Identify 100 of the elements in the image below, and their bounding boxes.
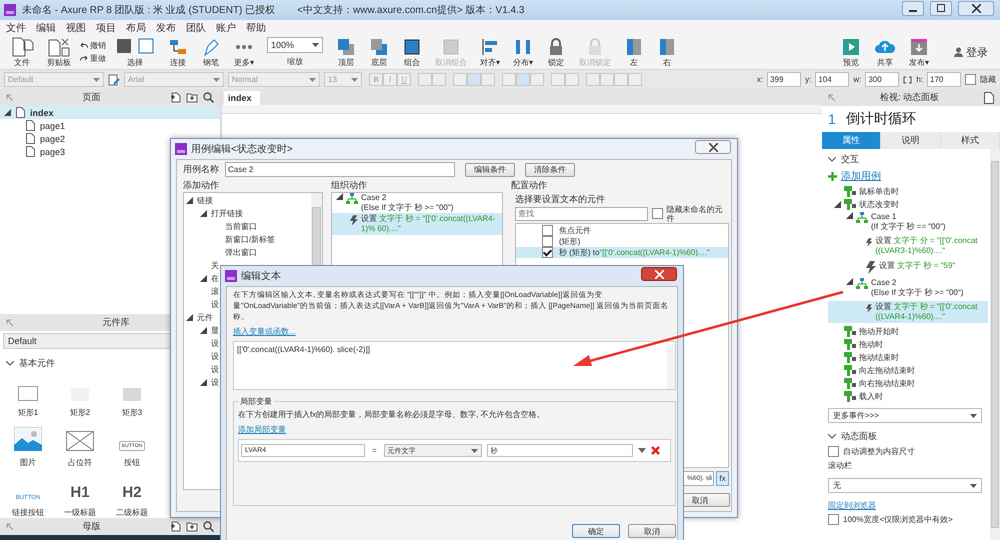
page-tree-item[interactable]: index [0, 106, 220, 119]
toolbar-button[interactable]: 预览 [836, 36, 865, 68]
toolbar-button[interactable]: 对齐▾ [476, 36, 504, 68]
event-label[interactable]: 鼠标单击时 [859, 186, 899, 196]
toolbar-button[interactable]: 选择 [111, 36, 159, 68]
menu-item[interactable]: 布局 [126, 20, 146, 34]
action-item[interactable]: 设置 文字于 秒 = "59" [828, 260, 988, 275]
search-icon[interactable] [203, 92, 214, 103]
add-page-icon[interactable] [170, 92, 181, 103]
font-color-button[interactable] [418, 73, 432, 86]
menu-item[interactable]: 发布 [156, 20, 176, 34]
insert-variable-link[interactable]: 插入变量或函数... [233, 326, 676, 337]
link-icon[interactable] [903, 76, 912, 84]
pin-icon[interactable] [6, 319, 13, 326]
redo-button[interactable]: 重做 [80, 53, 106, 64]
action-item[interactable]: 设置 文字于 分 = "[['0'.concat ((LVAR3-1)%60)...." [828, 235, 988, 257]
toolbar-button[interactable]: 钢笔 [197, 36, 225, 68]
menu-item[interactable]: 项目 [96, 20, 116, 34]
pin-to-browser-link[interactable]: 固定到浏览器 [828, 501, 876, 510]
cancel-button[interactable]: 取消 [628, 524, 676, 538]
heading-preview[interactable]: H2 [122, 485, 142, 501]
toolbar-button[interactable]: 共享 [870, 36, 900, 68]
chevron-down-icon[interactable] [828, 434, 836, 439]
widget-name[interactable]: 倒计时循环 [846, 110, 916, 128]
action-tree-item[interactable]: 设 [211, 338, 219, 349]
expanded-triangle-icon[interactable] [846, 278, 853, 285]
checkbox[interactable] [652, 208, 663, 219]
add-local-variable-link[interactable]: 添加局部变量 [238, 424, 671, 435]
event-label[interactable]: 载入时 [859, 390, 883, 402]
toolbar-button[interactable]: 剪贴板 [43, 36, 75, 68]
page-tab[interactable]: index [224, 91, 260, 105]
y-field[interactable]: 104 [815, 72, 850, 87]
more-events-dropdown[interactable]: 更多事件>>> [828, 408, 982, 423]
toolbar-button[interactable]: 左 [620, 36, 648, 68]
x-field[interactable]: 399 [767, 72, 802, 87]
event-label[interactable]: 拖动结束时 [859, 352, 899, 362]
menu-item[interactable]: 团队 [186, 20, 206, 34]
notes-icon[interactable] [984, 92, 994, 104]
pin-icon[interactable] [6, 523, 13, 530]
delete-icon[interactable] [650, 446, 660, 455]
inspector-tab[interactable]: 样式 [940, 132, 1000, 149]
menu-item[interactable]: 账户 [216, 20, 236, 34]
expanded-triangle-icon[interactable] [336, 193, 343, 200]
case-name[interactable]: Case 2 [361, 193, 454, 202]
expanded-triangle-icon[interactable] [200, 210, 207, 217]
action-tree-item[interactable]: 打开链接 [211, 208, 243, 219]
expanded-triangle-icon[interactable] [834, 200, 841, 208]
ok-button[interactable]: 确定 [572, 524, 620, 538]
action-tree-item[interactable]: 新窗口/新标签 [225, 234, 276, 245]
add-case-link[interactable]: 添加用例 [841, 169, 881, 183]
menu-item[interactable]: 编辑 [36, 20, 56, 34]
page-tree-item[interactable]: page1 [0, 119, 220, 132]
checkbox[interactable] [542, 225, 553, 236]
expanded-triangle-icon[interactable] [4, 109, 11, 116]
close-button[interactable] [641, 267, 677, 281]
height-field[interactable]: 170 [927, 72, 961, 87]
checkbox[interactable] [828, 514, 839, 525]
checkbox[interactable] [828, 446, 839, 457]
toolbar-button[interactable]: 发布▾ [904, 36, 933, 68]
inspector-tab[interactable]: 说明 [881, 132, 941, 149]
line-color-button[interactable] [586, 73, 600, 86]
menu-item[interactable]: 文件 [6, 20, 26, 34]
toolbar-button[interactable]: 顶层 [332, 36, 360, 68]
target-row[interactable]: 秒 (矩形) to"[['0'.concat((LVAR4-1)%60)...." [516, 247, 728, 258]
dropdown-arrow-icon[interactable] [638, 448, 646, 453]
event-label[interactable]: 拖动时 [859, 338, 883, 350]
fx-button[interactable]: fx [716, 471, 729, 486]
action-tree-item[interactable]: 设 [211, 351, 219, 362]
action-tree-item[interactable]: 设 [211, 299, 219, 310]
toolbar-button[interactable]: 组合 [398, 36, 426, 68]
event-label[interactable]: 向右拖动结束时 [859, 378, 915, 388]
chevron-down-icon[interactable] [6, 361, 14, 366]
zoom-dropdown[interactable]: 100% [267, 37, 324, 53]
pin-icon[interactable] [828, 94, 835, 101]
event-label[interactable]: 状态改变时 [859, 198, 899, 210]
checkbox[interactable] [542, 236, 553, 247]
checkbox[interactable] [542, 247, 553, 258]
dialog-button[interactable]: 清除条件 [525, 162, 575, 176]
scrollbar[interactable] [667, 345, 675, 389]
toolbar-button[interactable]: 锁定 [542, 36, 570, 68]
toolbar-button[interactable]: 分布▾ [509, 36, 538, 68]
target-row[interactable]: (矩形) [516, 236, 728, 247]
action-tree-item[interactable]: 设 [211, 377, 219, 388]
maximize-button[interactable] [930, 0, 952, 16]
expanded-triangle-icon[interactable] [200, 275, 207, 282]
add-folder-icon[interactable] [186, 521, 198, 532]
text-editor[interactable]: [['0'.concat((LVAR4-1)%60). slice(-2)]] [233, 341, 676, 390]
action-tree-item[interactable]: 在 [211, 273, 219, 284]
toolbar-button[interactable]: 底层 [365, 36, 394, 68]
toolbar-button[interactable]: 右 [653, 36, 682, 68]
fill-color-button[interactable] [551, 73, 565, 86]
close-button[interactable] [695, 140, 731, 154]
add-page-icon[interactable] [170, 521, 181, 532]
close-button[interactable] [958, 0, 994, 16]
action-tree-item[interactable]: 关 [211, 260, 219, 271]
expanded-triangle-icon[interactable] [200, 379, 207, 386]
search-icon[interactable] [203, 521, 214, 532]
scrollbar[interactable] [990, 149, 1000, 540]
action-item[interactable]: 设置 文字于 秒 = "[['0'.concat((LVAR4-1)% 60)...." [332, 213, 502, 235]
action-tree-item[interactable]: 当前窗口 [225, 221, 257, 232]
